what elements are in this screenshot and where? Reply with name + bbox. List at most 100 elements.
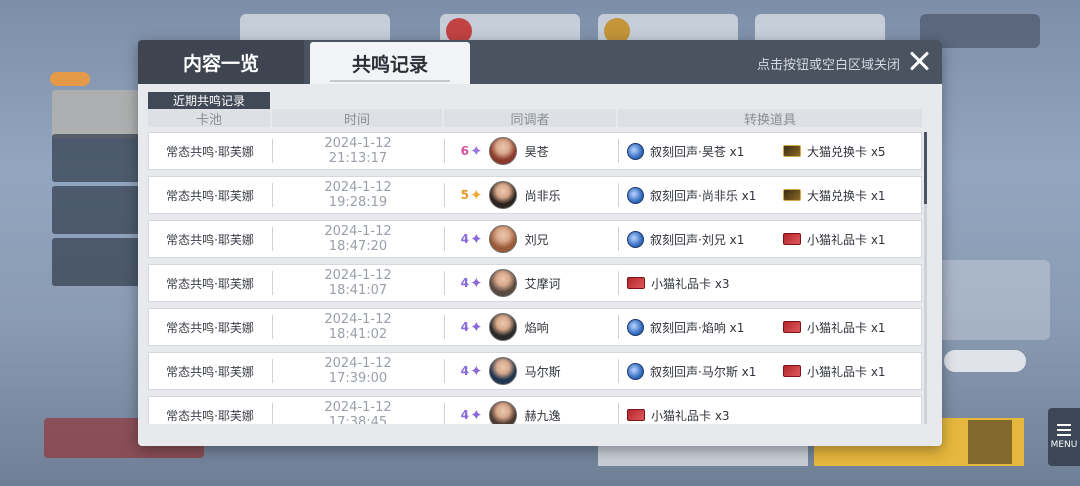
item-label: 大猫兑换卡 x5 [807, 144, 886, 159]
rarity-number: 6 [460, 144, 469, 158]
pool-cell: 常态共鸣·耶芙娜 [166, 320, 254, 335]
echo-icon [627, 362, 644, 380]
table-row[interactable]: 常态共鸣·耶芙娜 2024-1-12 17:38:45 4 ✦ 赫九逸 小猫礼品卡 x3 [148, 396, 922, 424]
star-icon: ✦ [470, 142, 483, 160]
resonator-cell: 4 ✦ 赫九逸 [447, 397, 617, 424]
converted-item: 叙刻回声·昊苍 x1 [627, 133, 744, 169]
menu-button[interactable]: MENU [1048, 408, 1080, 466]
column-divider [444, 183, 445, 207]
pool-cell: 常态共鸣·耶芙娜 [166, 364, 254, 379]
rarity-number: 5 [460, 188, 469, 202]
menu-label: MENU [1050, 440, 1078, 450]
column-divider [618, 227, 619, 251]
red-gift-card-icon [783, 321, 801, 333]
pool-cell: 常态共鸣·耶芙娜 [166, 408, 254, 423]
record-table[interactable]: 常态共鸣·耶芙娜 2024-1-12 21:13:17 6 ✦ 昊苍 叙刻回声·昊苍 x1 大… [148, 132, 924, 424]
column-header-pool: 卡池 [148, 109, 270, 128]
avatar [488, 137, 517, 165]
tab-overview[interactable]: 内容一览 [138, 40, 304, 84]
item-label: 小猫礼品卡 x1 [807, 232, 886, 247]
column-divider [444, 359, 445, 383]
star-icon: ✦ [470, 406, 483, 424]
table-row[interactable]: 常态共鸣·耶芙娜 2024-1-12 21:13:17 6 ✦ 昊苍 叙刻回声·昊苍 x1 大… [148, 132, 922, 170]
converted-item: 大猫兑换卡 x5 [783, 133, 886, 169]
scrollbar[interactable] [924, 132, 927, 424]
item-label: 大猫兑换卡 x1 [807, 188, 886, 203]
resonator-name: 焰响 [524, 320, 549, 335]
converted-item: 叙刻回声·焰响 x1 [627, 309, 744, 345]
scrollbar-thumb[interactable] [924, 132, 927, 204]
resonator-cell: 4 ✦ 艾摩诃 [447, 265, 617, 301]
bg-banner-card [52, 186, 140, 234]
tab-records[interactable]: 共鸣记录 [310, 42, 470, 84]
date-text: 2024-1-12 [324, 224, 392, 239]
resonator-cell: 4 ✦ 马尔斯 [447, 353, 617, 389]
menu-icon [1057, 424, 1071, 436]
red-gift-card-icon [627, 409, 645, 421]
pool-cell: 常态共鸣·耶芙娜 [166, 232, 254, 247]
time-text: 18:47:20 [328, 239, 388, 254]
date-text: 2024-1-12 [324, 312, 392, 327]
item-label: 叙刻回声·马尔斯 x1 [650, 364, 757, 379]
converted-item: 小猫礼品卡 x1 [783, 309, 886, 345]
avatar [488, 269, 517, 297]
table-row[interactable]: 常态共鸣·耶芙娜 2024-1-12 18:47:20 4 ✦ 刘兄 叙刻回声·刘兄 x1 小… [148, 220, 922, 258]
resonator-name: 马尔斯 [524, 364, 561, 379]
resonator-name: 昊苍 [524, 144, 549, 159]
table-row[interactable]: 常态共鸣·耶芙娜 2024-1-12 19:28:19 5 ✦ 尚非乐 叙刻回声·尚非乐 x… [148, 176, 922, 214]
item-label: 叙刻回声·昊苍 x1 [650, 144, 745, 159]
date-text: 2024-1-12 [324, 268, 392, 283]
items-cell: 小猫礼品卡 x3 [621, 265, 921, 301]
pool-cell: 常态共鸣·耶芙娜 [166, 144, 254, 159]
column-divider [444, 139, 445, 163]
resonator-name: 尚非乐 [524, 188, 561, 203]
avatar [488, 357, 517, 385]
bg-banner-card [52, 134, 140, 182]
time-text: 17:39:00 [328, 371, 388, 386]
echo-icon [627, 142, 644, 160]
red-gift-card-icon [783, 233, 801, 245]
echo-icon [627, 186, 644, 204]
dialog-header: 内容一览 共鸣记录 点击按钮或空白区域关闭 [138, 40, 942, 84]
time-cell: 2024-1-12 18:41:02 [273, 309, 443, 345]
converted-item: 小猫礼品卡 x3 [627, 265, 730, 301]
time-text: 21:13:17 [328, 151, 388, 166]
table-row[interactable]: 常态共鸣·耶芙娜 2024-1-12 18:41:02 4 ✦ 焰响 叙刻回声·焰响 x1 小… [148, 308, 922, 346]
converted-item: 叙刻回声·马尔斯 x1 [627, 353, 756, 389]
item-label: 叙刻回声·尚非乐 x1 [650, 188, 757, 203]
date-text: 2024-1-12 [324, 180, 392, 195]
item-label: 小猫礼品卡 x3 [651, 408, 730, 423]
table-row[interactable]: 常态共鸣·耶芙娜 2024-1-12 17:39:00 4 ✦ 马尔斯 叙刻回声·马尔斯 x… [148, 352, 922, 390]
rarity-number: 4 [460, 276, 469, 290]
close-icon[interactable] [906, 48, 932, 74]
items-cell: 叙刻回声·马尔斯 x1 小猫礼品卡 x1 [621, 353, 921, 389]
time-text: 19:28:19 [328, 195, 388, 210]
bg-badge [50, 72, 90, 86]
star-icon: ✦ [470, 318, 483, 336]
time-cell: 2024-1-12 17:38:45 [273, 397, 443, 424]
close-hint: 点击按钮或空白区域关闭 [756, 58, 900, 73]
time-cell: 2024-1-12 17:39:00 [273, 353, 443, 389]
star-icon: ✦ [470, 274, 483, 292]
column-divider [444, 227, 445, 251]
table-row[interactable]: 常态共鸣·耶芙娜 2024-1-12 18:41:07 4 ✦ 艾摩诃 小猫礼品卡 x3 [148, 264, 922, 302]
echo-icon [627, 318, 644, 336]
time-text: 18:41:07 [328, 283, 388, 298]
rarity-number: 4 [460, 232, 469, 246]
converted-item: 叙刻回声·尚非乐 x1 [627, 177, 756, 213]
gold-exchange-card-icon [783, 145, 801, 157]
star-icon: ✦ [470, 362, 483, 380]
pool-cell: 常态共鸣·耶芙娜 [166, 188, 254, 203]
resonator-cell: 4 ✦ 刘兄 [447, 221, 617, 257]
avatar [488, 313, 517, 341]
column-divider [444, 315, 445, 339]
time-text: 18:41:02 [328, 327, 388, 342]
star-icon: ✦ [470, 230, 483, 248]
item-label: 小猫礼品卡 x3 [651, 276, 730, 291]
column-header-time: 时间 [272, 109, 442, 128]
converted-item: 大猫兑换卡 x1 [783, 177, 886, 213]
bg-banner-card [52, 90, 140, 138]
time-cell: 2024-1-12 18:41:07 [273, 265, 443, 301]
red-gift-card-icon [783, 365, 801, 377]
bg-banner-art [930, 260, 1050, 340]
